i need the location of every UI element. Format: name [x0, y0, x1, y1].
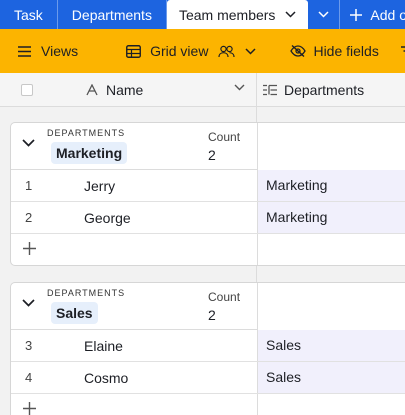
hamburger-icon [18, 45, 31, 57]
departments-cell[interactable]: Marketing [257, 202, 405, 233]
hide-fields-button[interactable]: Hide fields [290, 43, 379, 59]
group-field-label: DEPARTMENTS [47, 128, 126, 138]
grid-view-label: Grid view [150, 43, 209, 59]
tab-team-members[interactable]: Team members [166, 0, 309, 29]
grid-icon [126, 44, 142, 58]
grid-header-row: Name Departments [0, 73, 405, 107]
views-button[interactable]: Views [18, 43, 78, 59]
row-number: 2 [25, 210, 33, 225]
departments-cell[interactable]: Sales [257, 330, 405, 361]
group-header: DEPARTMENTS Marketing Count 2 [11, 123, 405, 170]
column-header-departments[interactable]: Departments [263, 73, 364, 107]
filter-icon [400, 46, 405, 56]
group-value: Marketing [51, 142, 128, 164]
tab-label: Task [14, 6, 43, 23]
chevron-down-icon[interactable] [22, 139, 35, 147]
people-icon [218, 45, 236, 58]
name-cell[interactable]: George [84, 210, 131, 226]
row-number: 1 [25, 178, 33, 193]
add-record-cell [257, 394, 405, 415]
table-row[interactable]: 4 Cosmo Sales [11, 362, 405, 394]
view-toolbar: Views Grid view Hide fields [0, 29, 405, 73]
group-count-label: Count [208, 290, 241, 304]
departments-cell[interactable]: Marketing [257, 170, 405, 201]
chevron-down-icon[interactable] [234, 84, 245, 91]
tab-label: Departments [71, 6, 152, 23]
plus-icon [350, 8, 363, 21]
group-field-label: DEPARTMENTS [47, 288, 126, 298]
group-count-label: Count [208, 130, 241, 144]
name-cell[interactable]: Cosmo [84, 370, 128, 386]
table-row[interactable]: 1 Jerry Marketing [11, 170, 405, 202]
group-marketing: DEPARTMENTS Marketing Count 2 1 Jerry Ma… [10, 122, 405, 266]
linked-record-icon [263, 84, 277, 96]
row-number: 4 [25, 370, 33, 385]
plus-icon[interactable] [23, 242, 36, 255]
table-row[interactable]: 3 Elaine Sales [11, 330, 405, 362]
tab-departments[interactable]: Departments [58, 0, 167, 29]
add-table-button[interactable]: Add or [340, 0, 405, 29]
text-field-icon [86, 84, 98, 96]
more-tables-button[interactable] [308, 0, 341, 29]
plus-icon[interactable] [23, 402, 36, 415]
group-value: Sales [51, 302, 98, 324]
chevron-down-icon [245, 47, 256, 55]
add-record-cell [257, 234, 405, 265]
group-sales: DEPARTMENTS Sales Count 2 3 Elaine Sales… [10, 282, 405, 415]
add-record-row[interactable] [11, 234, 405, 265]
filter-button[interactable] [400, 46, 405, 56]
hide-fields-label: Hide fields [313, 43, 379, 59]
table-row[interactable]: 2 George Marketing [11, 202, 405, 234]
views-label: Views [41, 43, 79, 59]
column-header-name[interactable]: Name [86, 73, 143, 107]
departments-cell[interactable]: Sales [257, 362, 405, 393]
name-cell[interactable]: Elaine [84, 338, 123, 354]
select-all-checkbox[interactable] [21, 84, 33, 96]
name-cell[interactable]: Jerry [84, 178, 115, 194]
column-header-label: Departments [284, 82, 365, 98]
chevron-down-icon[interactable] [285, 11, 296, 18]
group-header-cell [257, 123, 405, 170]
grid-view-switcher[interactable]: Grid view [126, 43, 256, 59]
group-header: DEPARTMENTS Sales Count 2 [11, 283, 405, 330]
group-count-value: 2 [208, 307, 216, 323]
tab-label: Team members [178, 6, 276, 23]
table-tab-bar: Task Departments Team members Add or [0, 0, 405, 29]
add-record-row[interactable] [11, 394, 405, 415]
tab-task[interactable]: Task [0, 0, 58, 29]
chevron-down-icon [318, 11, 329, 18]
chevron-down-icon[interactable] [22, 299, 35, 307]
group-count-value: 2 [208, 147, 216, 163]
group-header-cell [257, 283, 405, 330]
add-table-label: Add or [370, 6, 405, 23]
eye-slash-icon [290, 45, 307, 57]
row-number: 3 [25, 338, 33, 353]
column-header-label: Name [106, 82, 144, 98]
